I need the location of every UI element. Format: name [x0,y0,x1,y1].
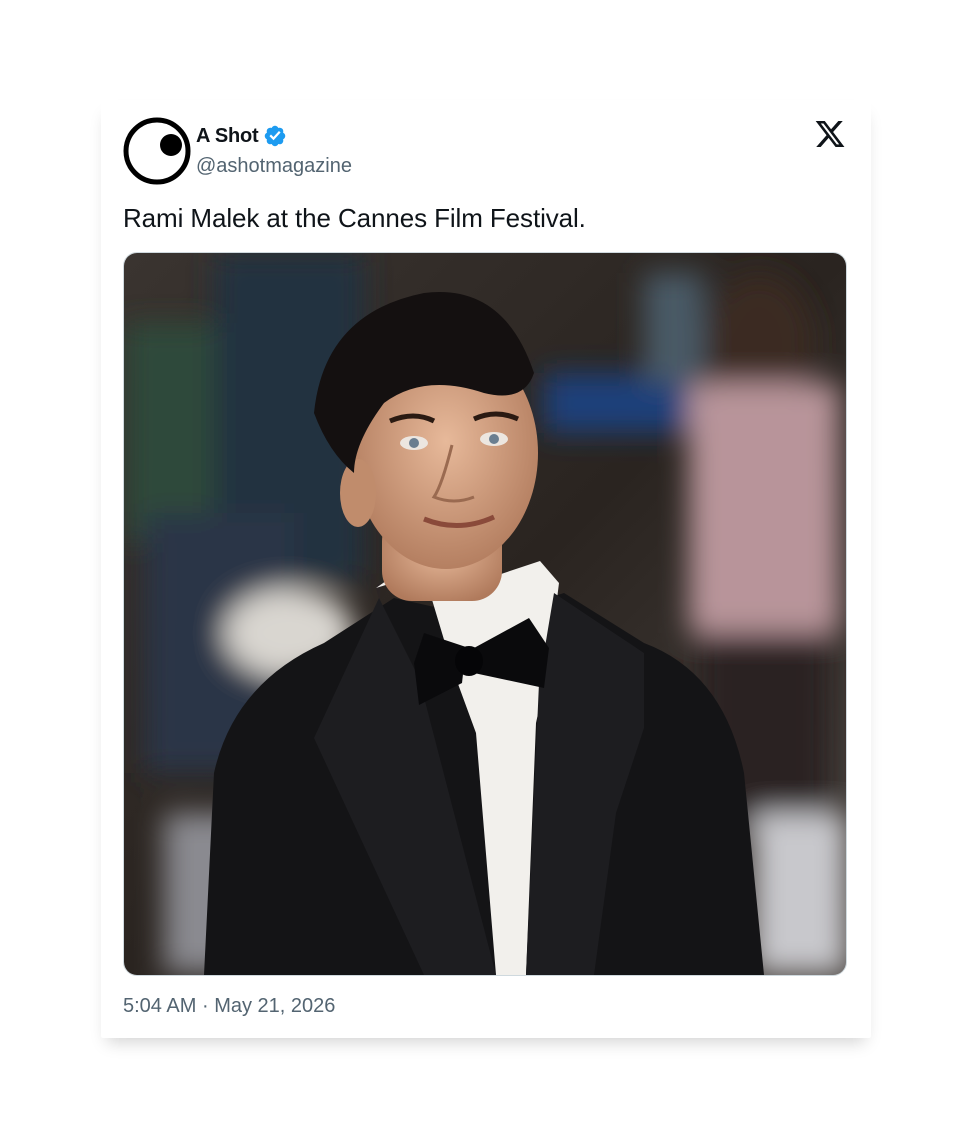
author-name-row: A Shot [196,124,287,148]
x-logo-icon[interactable] [813,118,847,150]
tweet-timestamp[interactable]: 5:04 AM · May 21, 2026 [123,995,335,1018]
timestamp-separator: · [201,995,209,1017]
tweet-text: Rami Malek at the Cannes Film Festival. [123,203,586,233]
tweet-card[interactable]: A Shot @ashotmagazine Rami Malek at the … [101,100,871,1038]
author-handle[interactable]: @ashotmagazine [196,155,352,178]
avatar[interactable] [123,117,191,185]
photo-illustration [124,253,846,975]
display-name[interactable]: A Shot [196,125,259,148]
tweet-time: 5:04 AM [123,995,197,1017]
verified-badge-icon [264,125,285,147]
tweet-photo[interactable] [123,252,847,976]
tweet-date: May 21, 2026 [214,995,336,1017]
